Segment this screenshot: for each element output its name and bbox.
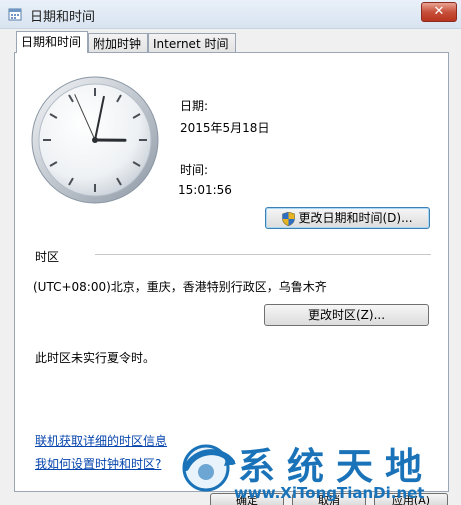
calendar-clock-icon xyxy=(8,8,22,21)
change-date-time-label: 更改日期和时间(D)... xyxy=(298,211,413,225)
watermark-logo-icon xyxy=(182,444,236,492)
watermark-text: 系统天地 xyxy=(238,445,434,488)
date-value: 2015年5月18日 xyxy=(180,121,270,135)
timezone-divider xyxy=(95,254,431,255)
watermark: 系统天地 www.XiTongTianDi.net xyxy=(178,432,461,505)
tab-additional-clocks[interactable]: 附加时钟 xyxy=(88,33,148,53)
timezone-info-link[interactable]: 联机获取详细的时区信息 xyxy=(35,432,167,449)
change-timezone-button[interactable]: 更改时区(Z)... xyxy=(264,304,429,326)
date-label: 日期: xyxy=(180,99,209,113)
change-date-time-button[interactable]: 更改日期和时间(D)... xyxy=(265,207,430,229)
dst-note: 此时区未实行夏令时。 xyxy=(35,351,156,365)
timezone-section-label: 时区 xyxy=(35,250,60,264)
title-bar[interactable]: 日期和时间 ✕ xyxy=(0,0,461,29)
tab-date-time[interactable]: 日期和时间 xyxy=(16,31,88,53)
uac-shield-icon xyxy=(282,211,296,226)
tab-internet-time[interactable]: Internet 时间 xyxy=(148,33,236,53)
timezone-value: (UTC+08:00)北京，重庆，香港特别行政区，乌鲁木齐 xyxy=(33,280,327,294)
analog-clock xyxy=(31,76,159,204)
how-to-set-link[interactable]: 我如何设置时钟和时区? xyxy=(35,455,161,472)
window-title: 日期和时间 xyxy=(30,10,96,25)
close-button[interactable]: ✕ xyxy=(421,2,457,22)
time-label: 时间: xyxy=(180,163,209,177)
watermark-url: www.XiTongTianDi.net xyxy=(234,484,425,502)
time-value: 15:01:56 xyxy=(178,183,232,197)
